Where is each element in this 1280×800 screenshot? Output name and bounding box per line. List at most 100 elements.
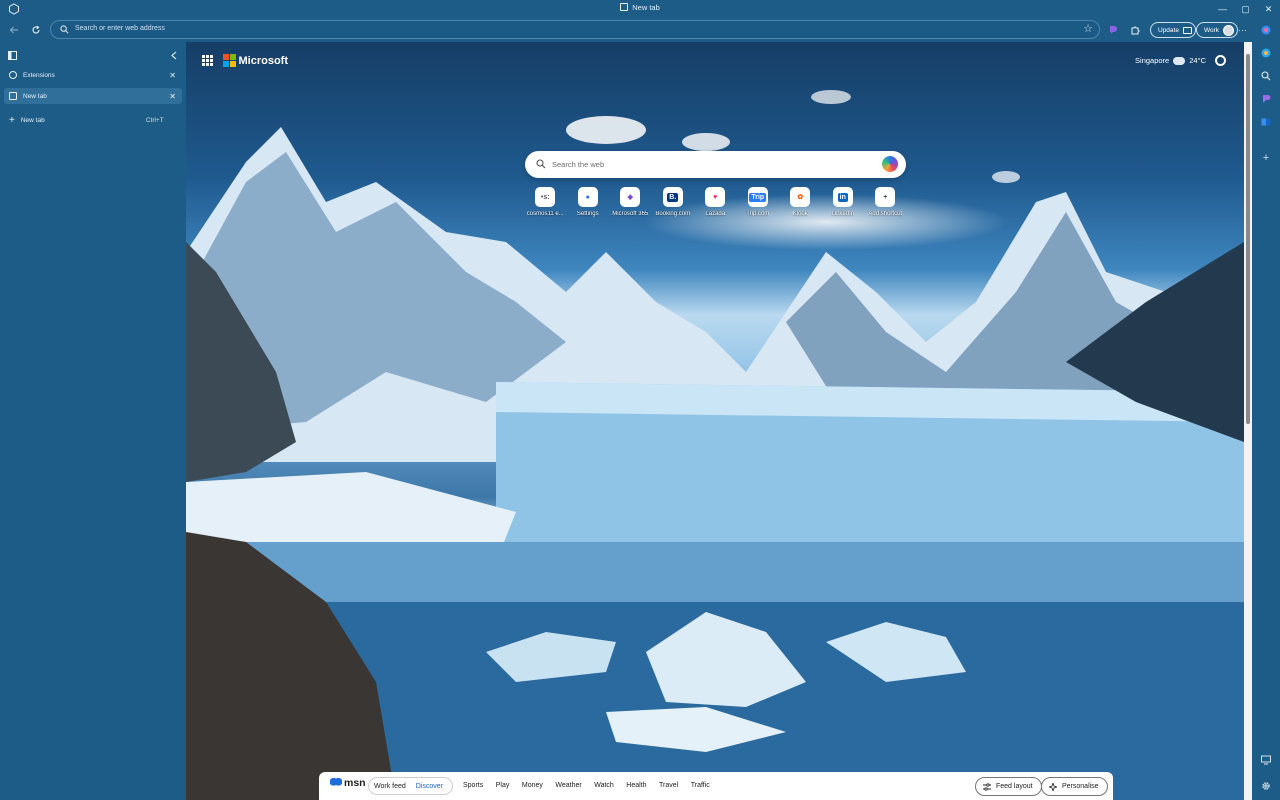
update-button[interactable]: Update: [1150, 22, 1196, 38]
microsoft-logo: Microsoft: [202, 54, 288, 67]
new-tab-page: Microsoft Singapore 24°C Search the web …: [186, 42, 1244, 800]
shortcut-label: cosmos11 e...: [526, 211, 564, 217]
klook-icon: ✿: [790, 187, 811, 207]
new-tab-label: New tab: [20, 116, 45, 124]
collapse-chevron-icon[interactable]: [170, 51, 178, 60]
update-icon: [1182, 26, 1192, 34]
feed-link-health[interactable]: Health: [626, 782, 646, 789]
shortcut-glyph: •s:: [540, 193, 550, 201]
purple-extension-icon: [1110, 26, 1117, 34]
purple-app-icon[interactable]: [1261, 94, 1271, 104]
puzzle-icon: [1131, 26, 1140, 35]
linkedin-icon: in: [832, 187, 853, 207]
new-tab-shortcut: Ctrl+T: [145, 116, 164, 124]
address-placeholder: Search or enter web address: [75, 25, 165, 32]
copilot-icon[interactable]: [882, 156, 898, 172]
feed-link-weather[interactable]: Weather: [555, 782, 581, 789]
close-tab-icon[interactable]: ✕: [169, 71, 176, 80]
more-menu-button[interactable]: ···: [1238, 21, 1247, 39]
refresh-button[interactable]: [28, 22, 44, 38]
search-placeholder: Search the web: [552, 160, 605, 169]
copilot-app-icon[interactable]: [1261, 48, 1271, 58]
sidebar-tab-new-tab[interactable]: New tab ✕: [4, 88, 182, 104]
tab-discover[interactable]: Discover: [411, 783, 448, 790]
add-app-plus-icon[interactable]: +: [1261, 152, 1271, 164]
personalise-button[interactable]: Personalise: [1041, 777, 1108, 796]
search-icon[interactable]: [1261, 71, 1271, 81]
shortcut-linkedin[interactable]: in LinkedIn: [822, 187, 865, 217]
feed-toggle: Work feed Discover: [368, 777, 453, 795]
shortcut-cosmos11[interactable]: •s: cosmos11 e...: [524, 187, 567, 217]
shortcut-label: Microsoft 365: [612, 211, 649, 217]
scrollbar-thumb[interactable]: [1246, 54, 1250, 424]
shortcut-lazada[interactable]: ♥ Lazada: [694, 187, 737, 217]
copilot-ext-icon[interactable]: [1107, 21, 1119, 39]
back-button[interactable]: [6, 22, 22, 38]
quick-links: •s: cosmos11 e... ● Settings ◆ Microsoft 365 B…: [524, 187, 907, 217]
outlook-icon[interactable]: [1261, 117, 1271, 127]
trip-icon: Trip: [747, 187, 768, 207]
shortcut-microsoft-365[interactable]: ◆ Microsoft 365: [609, 187, 652, 217]
page-scrollbar[interactable]: [1244, 42, 1252, 800]
refresh-icon: [32, 25, 40, 34]
shortcut-add-shortcut[interactable]: + Add shortcut: [864, 187, 907, 217]
shortcut-glyph: Trip: [749, 192, 767, 202]
page-tab-icon: [9, 92, 17, 100]
shortcut-label: Trip.com: [746, 211, 770, 217]
app-launcher-icon[interactable]: [202, 55, 213, 66]
feed-link-sports[interactable]: Sports: [463, 782, 483, 789]
weather-location: Singapore: [1135, 56, 1170, 65]
shortcut-glyph: ✿: [797, 194, 804, 201]
shortcut-label: Klook: [792, 211, 808, 217]
favorite-star-icon[interactable]: ☆: [1083, 22, 1093, 35]
sidebar-tab-label: New tab: [23, 92, 47, 100]
shortcut-trip[interactable]: Trip Trip.com: [737, 187, 780, 217]
lazada-icon: ♥: [705, 187, 726, 207]
minimize-button[interactable]: —: [1211, 0, 1234, 18]
sparkle-icon: [1049, 783, 1057, 791]
back-arrow-icon: [9, 26, 18, 34]
plus-icon: +: [9, 114, 15, 126]
feed-link-watch[interactable]: Watch: [594, 782, 614, 789]
cloud-icon: [1173, 56, 1186, 65]
sidebar-settings-gear-icon[interactable]: [1261, 781, 1271, 791]
shortcut-klook[interactable]: ✿ Klook: [779, 187, 822, 217]
sidebar-tab-extensions[interactable]: Extensions ✕: [4, 67, 182, 83]
copilot-icon[interactable]: [1261, 25, 1271, 35]
feed-link-travel[interactable]: Travel: [659, 782, 678, 789]
sidebar-tab-label: Extensions: [23, 71, 55, 79]
tab-work-feed[interactable]: Work feed: [369, 783, 411, 790]
weather-temp: 24°C: [1189, 56, 1206, 65]
web-search-box[interactable]: Search the web: [525, 151, 906, 178]
avatar: [1223, 24, 1235, 36]
page-icon: [620, 3, 629, 11]
feed-layout-label: Feed layout: [996, 783, 1033, 790]
close-tab-icon[interactable]: ✕: [169, 92, 176, 101]
shortcut-booking[interactable]: B. Booking.com: [652, 187, 695, 217]
shortcut-glyph: B.: [667, 192, 679, 202]
booking-icon: B.: [662, 187, 683, 207]
window-title-text: New tab: [632, 3, 660, 12]
profile-label: Work: [1204, 26, 1220, 34]
profile-button[interactable]: Work: [1196, 22, 1239, 38]
screen-capture-icon[interactable]: [1261, 755, 1271, 765]
shortcut-glyph: ●: [585, 193, 590, 201]
restore-button[interactable]: ▢: [1234, 0, 1257, 18]
msn-logo[interactable]: msn: [330, 777, 366, 789]
feed-link-play[interactable]: Play: [496, 782, 510, 789]
sidebar-new-tab-button[interactable]: + New tab Ctrl+T: [4, 112, 182, 128]
feed-link-money[interactable]: Money: [522, 782, 543, 789]
page-settings-gear-icon[interactable]: [1215, 55, 1226, 66]
close-window-button[interactable]: ✕: [1257, 0, 1280, 18]
feed-categories: Sports Play Money Weather Watch Health T…: [463, 782, 722, 789]
extensions-tab-icon: [9, 71, 17, 79]
weather-widget[interactable]: Singapore 24°C: [1135, 56, 1206, 65]
shortcut-settings[interactable]: ● Settings: [567, 187, 610, 217]
feed-layout-button[interactable]: Feed layout: [975, 777, 1042, 796]
tab-actions-icon[interactable]: [8, 51, 17, 60]
address-bar[interactable]: Search or enter web address ☆: [50, 20, 1100, 39]
brand-name: Microsoft: [238, 54, 289, 67]
feed-link-traffic[interactable]: Traffic: [691, 782, 710, 789]
feed-bar: msn Work feed Discover Sports Play Money…: [319, 772, 1113, 800]
extensions-button[interactable]: [1129, 21, 1141, 39]
